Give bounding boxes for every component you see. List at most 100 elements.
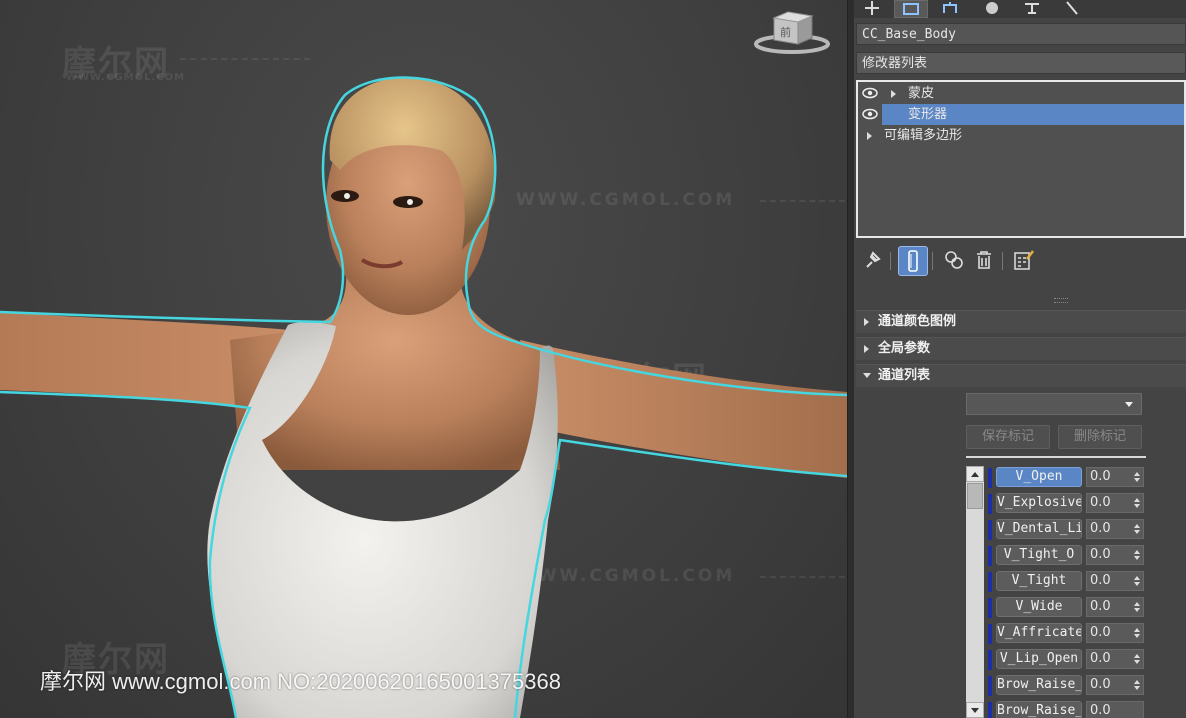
channel-value-spinner[interactable]: 0.0	[1086, 649, 1144, 669]
expanded-arrow-icon	[863, 373, 871, 378]
chevron-down-icon	[971, 707, 979, 713]
channel-row: V_Wide 0.0	[988, 596, 1148, 620]
make-unique-icon	[945, 251, 963, 269]
toolbar-separator	[932, 252, 933, 270]
bottom-watermark: 摩尔网 www.cgmol.com NO:2020062016500137536…	[40, 669, 561, 694]
expand-arrow-icon[interactable]	[891, 90, 896, 98]
channel-value-spinner[interactable]: 0.0	[1086, 675, 1144, 695]
modifier-stack-item-skin[interactable]: 蒙皮	[858, 83, 1184, 104]
spinner-arrows-icon	[1134, 576, 1140, 586]
channel-value-spinner[interactable]: 0.0	[1086, 545, 1144, 565]
channel-name-button[interactable]: V_Lip_Open	[996, 649, 1082, 669]
channel-value-spinner[interactable]: 0.0	[1086, 519, 1144, 539]
show-end-result-icon	[908, 250, 918, 272]
channel-name-button[interactable]: Brow_Raise_	[996, 675, 1082, 695]
channel-value-spinner[interactable]: 0.0	[1086, 493, 1144, 513]
visibility-eye-icon[interactable]	[862, 108, 878, 120]
channel-name-button[interactable]: V_Open	[996, 467, 1082, 487]
panel-resize-grip[interactable]	[1054, 298, 1068, 303]
motion-tab[interactable]	[976, 0, 1008, 16]
create-icon	[865, 1, 879, 15]
marker-dropdown[interactable]	[966, 393, 1142, 415]
collapsed-arrow-icon	[864, 318, 869, 326]
scroll-up-button[interactable]	[966, 466, 984, 482]
expand-arrow-icon[interactable]	[867, 132, 872, 140]
spinner-arrows-icon	[1134, 524, 1140, 534]
channel-value: 0.0	[1090, 651, 1111, 666]
motion-icon	[986, 2, 998, 14]
channel-list-scrollbar[interactable]	[966, 466, 984, 718]
modifier-list-dropdown[interactable]: 修改器列表	[856, 52, 1186, 74]
channel-color-bar	[988, 468, 992, 488]
channel-name-button[interactable]: V_Tight_O	[996, 545, 1082, 565]
channel-value: 0.0	[1090, 677, 1111, 692]
pin-stack-button[interactable]	[858, 246, 886, 274]
visibility-eye-icon[interactable]	[862, 87, 878, 99]
channel-value-spinner[interactable]: 0.0	[1086, 701, 1144, 718]
channel-value-spinner[interactable]: 0.0	[1086, 571, 1144, 591]
viewcube-face-label: 前	[780, 26, 791, 39]
remove-modifier-icon	[977, 251, 991, 269]
spinner-arrows-icon	[1134, 498, 1140, 508]
channel-name-button[interactable]: V_Affricate	[996, 623, 1082, 643]
character-model[interactable]	[0, 0, 847, 718]
channel-name-button[interactable]: V_Explosive	[996, 493, 1082, 513]
selection-outline-right	[513, 438, 847, 718]
rollout-channel-color-legend[interactable]: 通道颜色图例	[856, 310, 1186, 333]
object-name-field[interactable]: CC_Base_Body	[856, 23, 1186, 45]
rollout-global-parameters[interactable]: 全局参数	[856, 337, 1186, 360]
utilities-icon	[1066, 1, 1078, 15]
channel-row: V_Affricate 0.0	[988, 622, 1148, 646]
channel-name-button[interactable]: V_Wide	[996, 597, 1082, 617]
create-tab[interactable]	[856, 0, 888, 16]
channel-value: 0.0	[1090, 703, 1111, 718]
command-panel-tabs	[854, 0, 1186, 18]
channel-color-bar	[988, 520, 992, 540]
display-tab[interactable]	[1016, 0, 1048, 16]
spinner-arrows-icon	[1134, 550, 1140, 560]
channel-value-spinner[interactable]: 0.0	[1086, 597, 1144, 617]
channel-value: 0.0	[1090, 469, 1111, 484]
rollout-title: 通道颜色图例	[878, 314, 957, 329]
rollout-channel-list[interactable]: 通道列表	[856, 364, 1186, 387]
scroll-down-button[interactable]	[966, 702, 984, 718]
channel-name-button[interactable]: V_Tight	[996, 571, 1082, 591]
channel-value: 0.0	[1090, 573, 1111, 588]
chevron-up-icon	[971, 471, 979, 477]
rollout-title: 全局参数	[878, 341, 931, 356]
toolbar-separator	[890, 252, 891, 270]
delete-marker-button[interactable]: 删除标记	[1058, 425, 1142, 449]
channel-row: V_Lip_Open 0.0	[988, 648, 1148, 672]
utilities-tab[interactable]	[1056, 0, 1088, 16]
stack-toolbar	[854, 244, 1186, 276]
divider	[966, 456, 1146, 458]
channel-value: 0.0	[1090, 599, 1111, 614]
scroll-thumb[interactable]	[967, 483, 983, 509]
spinner-arrows-icon	[1134, 680, 1140, 690]
modify-tab[interactable]	[894, 0, 928, 18]
modifier-stack-item-editable-poly[interactable]: 可编辑多边形	[858, 125, 1184, 146]
hierarchy-tab[interactable]	[934, 0, 966, 16]
channel-value-spinner[interactable]: 0.0	[1086, 623, 1144, 643]
spinner-arrows-icon	[1134, 628, 1140, 638]
show-end-result-button[interactable]	[898, 246, 928, 276]
perspective-viewport[interactable]: 摩尔网 WWW.CGMOL.COM WWW.CGMOL.COM WWW.CGMO…	[0, 0, 847, 718]
make-unique-button[interactable]	[940, 246, 968, 274]
channel-row: Brow_Raise_ 0.0	[988, 674, 1148, 698]
channel-row: V_Open 0.0	[988, 466, 1148, 490]
channel-name-button[interactable]: Brow_Raise_	[996, 701, 1082, 718]
remove-modifier-button[interactable]	[970, 246, 998, 274]
channel-value-spinner[interactable]: 0.0	[1086, 467, 1144, 487]
viewcube[interactable]: 前	[754, 8, 830, 56]
right-eye-highlight	[407, 199, 413, 205]
channel-value: 0.0	[1090, 495, 1111, 510]
channel-color-bar	[988, 546, 992, 566]
modifier-stack-item-morpher[interactable]: 变形器	[858, 104, 1184, 125]
toolbar-separator	[1002, 252, 1003, 270]
configure-modifier-sets-icon	[1014, 250, 1034, 270]
channel-name-button[interactable]: V_Dental_Li	[996, 519, 1082, 539]
modifier-label: 变形器	[908, 107, 948, 122]
configure-modifier-sets-button[interactable]	[1010, 246, 1038, 274]
channel-row: V_Tight 0.0	[988, 570, 1148, 594]
save-marker-button[interactable]: 保存标记	[966, 425, 1050, 449]
